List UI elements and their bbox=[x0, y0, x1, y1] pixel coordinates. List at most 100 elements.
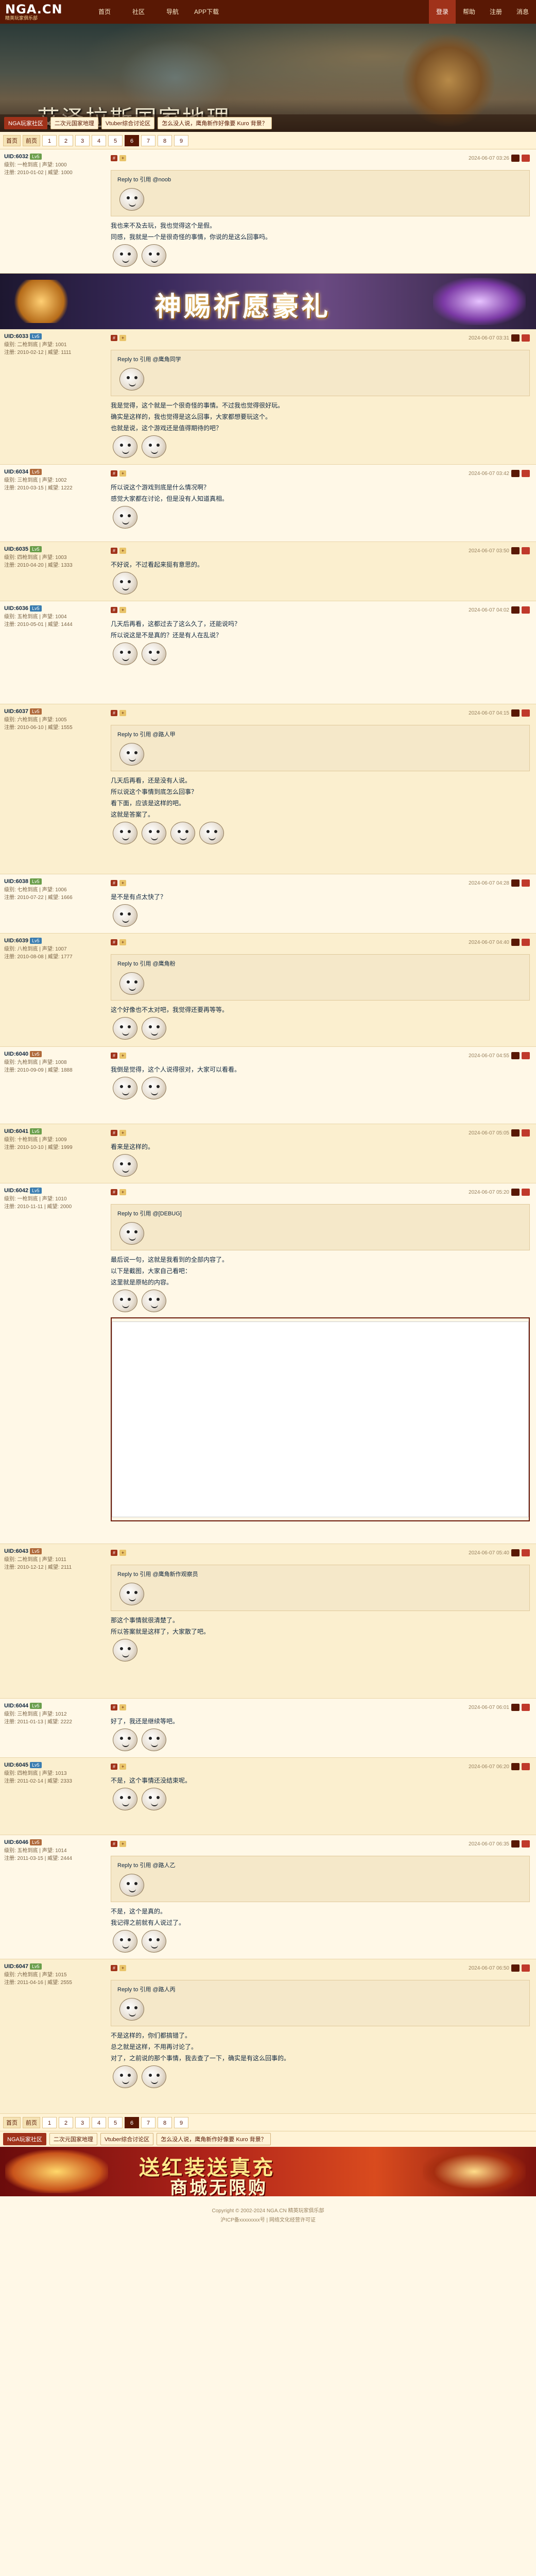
page-7[interactable]: 7 bbox=[141, 134, 155, 146]
page-9[interactable]: 9 bbox=[174, 134, 188, 146]
page-8[interactable]: 8 bbox=[158, 134, 172, 146]
page-6-current[interactable]: 6 bbox=[125, 134, 139, 146]
reply-icon[interactable] bbox=[511, 1704, 520, 1711]
report-icon[interactable] bbox=[522, 1763, 530, 1770]
reply-icon[interactable] bbox=[511, 547, 520, 554]
quote-button[interactable]: + bbox=[119, 1550, 127, 1556]
nav-home[interactable]: 首页 bbox=[88, 0, 122, 24]
report-icon[interactable] bbox=[522, 334, 530, 342]
report-icon[interactable] bbox=[522, 470, 530, 477]
report-icon[interactable] bbox=[522, 1052, 530, 1059]
reply-icon[interactable] bbox=[511, 1964, 520, 1972]
reply-icon[interactable] bbox=[511, 470, 520, 477]
quote-button[interactable]: + bbox=[119, 548, 127, 554]
author-uid[interactable]: UID:6039 bbox=[4, 938, 28, 944]
quote-button[interactable]: + bbox=[119, 880, 127, 886]
author-uid[interactable]: UID:6043 bbox=[4, 1548, 28, 1554]
breadcrumb-site-bottom[interactable]: NGA玩家社区 bbox=[3, 2133, 46, 2145]
messages-link[interactable]: 消息 bbox=[509, 0, 536, 24]
author-uid[interactable]: UID:6035 bbox=[4, 546, 28, 552]
report-icon[interactable] bbox=[522, 155, 530, 162]
report-icon[interactable] bbox=[522, 606, 530, 614]
author-uid[interactable]: UID:6032 bbox=[4, 154, 28, 160]
nav-app-download[interactable]: APP下载 bbox=[189, 0, 223, 24]
login-link[interactable]: 登录 bbox=[429, 0, 456, 24]
author-uid[interactable]: UID:6033 bbox=[4, 333, 28, 340]
reply-icon[interactable] bbox=[511, 939, 520, 946]
quote-button[interactable]: + bbox=[119, 710, 127, 716]
quote-button[interactable]: + bbox=[119, 470, 127, 477]
page-7-bottom[interactable]: 7 bbox=[141, 2116, 155, 2128]
report-icon[interactable] bbox=[522, 1964, 530, 1972]
quote-button[interactable]: + bbox=[119, 1841, 127, 1847]
report-icon[interactable] bbox=[522, 939, 530, 946]
quote-button[interactable]: + bbox=[119, 939, 127, 945]
embedded-screenshot[interactable] bbox=[111, 1317, 530, 1521]
help-link[interactable]: 帮助 bbox=[456, 0, 482, 24]
page-3[interactable]: 3 bbox=[75, 134, 90, 146]
author-uid[interactable]: UID:6047 bbox=[4, 1963, 28, 1970]
reply-icon[interactable] bbox=[511, 155, 520, 162]
page-2[interactable]: 2 bbox=[59, 134, 73, 146]
author-uid[interactable]: UID:6036 bbox=[4, 605, 28, 612]
reply-icon[interactable] bbox=[511, 1549, 520, 1556]
nav-navigation[interactable]: 导航 bbox=[155, 0, 189, 24]
breadcrumb-forum-bottom[interactable]: 二次元国家地理 bbox=[49, 2133, 97, 2145]
author-uid[interactable]: UID:6038 bbox=[4, 878, 28, 885]
page-5-bottom[interactable]: 5 bbox=[108, 2116, 123, 2128]
reply-icon[interactable] bbox=[511, 1052, 520, 1059]
nav-community[interactable]: 社区 bbox=[122, 0, 155, 24]
report-icon[interactable] bbox=[522, 1549, 530, 1556]
report-icon[interactable] bbox=[522, 547, 530, 554]
ad-banner-top[interactable]: 神赐祈愿豪礼 bbox=[0, 274, 536, 329]
breadcrumb-subforum[interactable]: Vtuber综合讨论区 bbox=[101, 117, 155, 129]
register-link[interactable]: 注册 bbox=[482, 0, 509, 24]
quote-button[interactable]: + bbox=[119, 155, 127, 161]
site-logo[interactable]: NGA.CN 精英玩家俱乐部 bbox=[0, 0, 88, 24]
breadcrumb-forum[interactable]: 二次元国家地理 bbox=[50, 117, 98, 129]
prev-page-button[interactable]: 前页 bbox=[23, 134, 40, 146]
author-uid[interactable]: UID:6044 bbox=[4, 1703, 28, 1709]
breadcrumb-thread-bottom[interactable]: 怎么没人说，鹰角新作好像要 Kuro 背景？ bbox=[157, 2133, 271, 2145]
quote-button[interactable]: + bbox=[119, 1189, 127, 1195]
author-uid[interactable]: UID:6045 bbox=[4, 1762, 28, 1768]
report-icon[interactable] bbox=[522, 1704, 530, 1711]
page-9-bottom[interactable]: 9 bbox=[174, 2116, 188, 2128]
reply-icon[interactable] bbox=[511, 606, 520, 614]
page-2-bottom[interactable]: 2 bbox=[59, 2116, 73, 2128]
breadcrumb-site[interactable]: NGA玩家社区 bbox=[4, 117, 47, 129]
quote-button[interactable]: + bbox=[119, 335, 127, 341]
reply-icon[interactable] bbox=[511, 1840, 520, 1848]
author-uid[interactable]: UID:6046 bbox=[4, 1839, 28, 1845]
quote-button[interactable]: + bbox=[119, 1130, 127, 1136]
report-icon[interactable] bbox=[522, 1189, 530, 1196]
reply-icon[interactable] bbox=[511, 1129, 520, 1137]
page-4[interactable]: 4 bbox=[92, 134, 106, 146]
page-4-bottom[interactable]: 4 bbox=[92, 2116, 106, 2128]
page-8-bottom[interactable]: 8 bbox=[158, 2116, 172, 2128]
first-page-button[interactable]: 首页 bbox=[3, 134, 21, 146]
reply-icon[interactable] bbox=[511, 1189, 520, 1196]
first-page-button-bottom[interactable]: 首页 bbox=[3, 2116, 21, 2128]
breadcrumb-subforum-bottom[interactable]: Vtuber综合讨论区 bbox=[100, 2133, 154, 2145]
quote-button[interactable]: + bbox=[119, 1764, 127, 1770]
author-uid[interactable]: UID:6040 bbox=[4, 1051, 28, 1057]
reply-icon[interactable] bbox=[511, 1763, 520, 1770]
quote-button[interactable]: + bbox=[119, 607, 127, 613]
page-6-current-bottom[interactable]: 6 bbox=[125, 2116, 139, 2128]
breadcrumb-thread[interactable]: 怎么没人说，鹰角新作好像要 Kuro 背景？ bbox=[158, 117, 272, 129]
author-uid[interactable]: UID:6042 bbox=[4, 1188, 28, 1194]
author-uid[interactable]: UID:6041 bbox=[4, 1128, 28, 1134]
report-icon[interactable] bbox=[522, 879, 530, 887]
author-uid[interactable]: UID:6034 bbox=[4, 469, 28, 475]
report-icon[interactable] bbox=[522, 1840, 530, 1848]
prev-page-button-bottom[interactable]: 前页 bbox=[23, 2116, 40, 2128]
quote-button[interactable]: + bbox=[119, 1053, 127, 1059]
reply-icon[interactable] bbox=[511, 709, 520, 717]
report-icon[interactable] bbox=[522, 709, 530, 717]
ad-banner-bottom[interactable]: 送红装送真充 商城无限购 bbox=[0, 2147, 536, 2196]
report-icon[interactable] bbox=[522, 1129, 530, 1137]
page-3-bottom[interactable]: 3 bbox=[75, 2116, 90, 2128]
page-5[interactable]: 5 bbox=[108, 134, 123, 146]
page-1-bottom[interactable]: 1 bbox=[42, 2116, 57, 2128]
